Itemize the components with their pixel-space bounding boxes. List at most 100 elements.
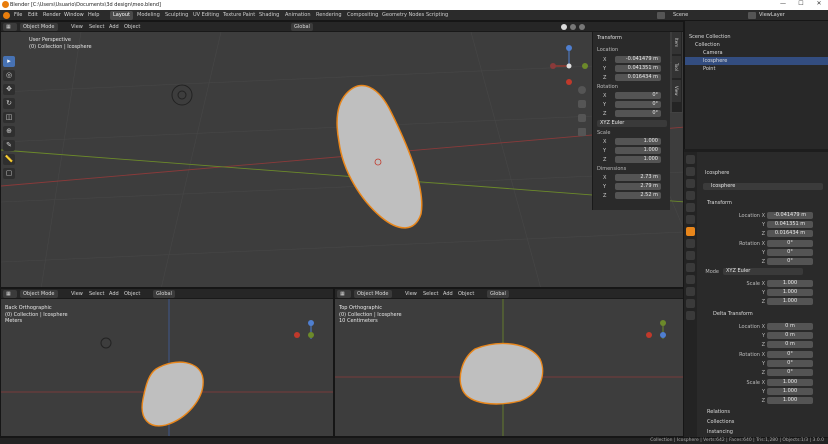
delta-rot-z[interactable]: 0°: [767, 369, 813, 376]
dim-x-field[interactable]: 2.73 m: [615, 174, 661, 181]
particles-tab-icon[interactable]: [686, 251, 695, 260]
prop-loc-x[interactable]: -0.041479 m: [767, 212, 813, 219]
tab-animation[interactable]: Animation: [282, 11, 314, 20]
main-viewport[interactable]: ▦ Object Mode View Select Add Object Glo…: [0, 21, 684, 288]
object-tab-icon[interactable]: [686, 227, 695, 236]
select-box-tool-icon[interactable]: ▸: [3, 56, 15, 67]
rotate-tool-icon[interactable]: ↻: [3, 98, 15, 109]
menu-file[interactable]: File: [14, 12, 22, 18]
move-tool-icon[interactable]: ✥: [3, 84, 15, 95]
shading-solid-icon[interactable]: [561, 24, 567, 30]
rotation-mode-select[interactable]: XYZ Euler: [723, 268, 803, 275]
physics-tab-icon[interactable]: [686, 263, 695, 272]
annotate-tool-icon[interactable]: ✎: [3, 140, 15, 151]
outliner-collection[interactable]: Collection: [685, 41, 828, 49]
rot-z-field[interactable]: 0°: [615, 110, 661, 117]
delta-scale-z[interactable]: 1.000: [767, 397, 813, 404]
rot-y-field[interactable]: 0°: [615, 101, 661, 108]
viewport-menu-view[interactable]: View: [71, 24, 83, 30]
viewlayer-selector[interactable]: ViewLayer: [759, 12, 785, 18]
prop-loc-y[interactable]: 0.041351 m: [767, 221, 813, 228]
menu-help[interactable]: Help: [88, 12, 99, 18]
viewport-menu-add[interactable]: Add: [443, 291, 453, 297]
outliner-icosphere[interactable]: Icosphere: [685, 57, 828, 65]
object-name-field[interactable]: Icosphere: [703, 183, 823, 190]
tool-tab-icon[interactable]: [686, 155, 695, 164]
tab-texture-paint[interactable]: Texture Paint: [220, 11, 258, 20]
pan-hand-icon[interactable]: [578, 100, 586, 108]
delta-scale-x[interactable]: 1.000: [767, 379, 813, 386]
delta-rot-x[interactable]: 0°: [767, 351, 813, 358]
viewport-menu-select[interactable]: Select: [89, 291, 104, 297]
tab-rendering[interactable]: Rendering: [313, 11, 345, 20]
tab-layout[interactable]: Layout: [110, 11, 133, 20]
relations-panel-header[interactable]: Relations: [707, 409, 730, 415]
mode-selector[interactable]: Object Mode: [20, 23, 58, 31]
tab-sculpting[interactable]: Sculpting: [162, 11, 191, 20]
render-tab-icon[interactable]: [686, 167, 695, 176]
scene-icon[interactable]: [657, 12, 665, 19]
viewport-menu-select[interactable]: Select: [89, 24, 104, 30]
texture-tab-icon[interactable]: [686, 311, 695, 320]
loc-z-field[interactable]: 0.016434 m: [615, 74, 661, 81]
delta-loc-y[interactable]: 0 m: [767, 332, 813, 339]
maximize-button[interactable]: ☐: [792, 0, 810, 10]
collections-panel-header[interactable]: Collections: [707, 419, 734, 425]
data-tab-icon[interactable]: [686, 287, 695, 296]
prop-loc-z[interactable]: 0.016434 m: [767, 230, 813, 237]
instancing-panel-header[interactable]: Instancing: [707, 429, 733, 435]
prop-rot-y[interactable]: 0°: [767, 249, 813, 256]
tab-shading[interactable]: Shading: [256, 11, 282, 20]
modifier-tab-icon[interactable]: [686, 239, 695, 248]
add-cube-tool-icon[interactable]: ▢: [3, 168, 15, 179]
blender-menu-icon[interactable]: [3, 12, 10, 19]
viewport-menu-select[interactable]: Select: [423, 291, 438, 297]
scale-x-field[interactable]: 1.000: [615, 138, 661, 145]
viewport-menu-view[interactable]: View: [71, 291, 83, 297]
outliner-scene-collection[interactable]: Scene Collection: [685, 33, 828, 41]
shading-rendered-icon[interactable]: [579, 24, 585, 30]
orientation-selector[interactable]: Global: [153, 290, 175, 298]
scale-tool-icon[interactable]: ◫: [3, 112, 15, 123]
prop-scale-x[interactable]: 1.000: [767, 280, 813, 287]
back-ortho-viewport[interactable]: ▦ Object Mode View Select Add Object Glo…: [0, 288, 334, 437]
menu-edit[interactable]: Edit: [28, 12, 38, 18]
measure-tool-icon[interactable]: 📏: [3, 154, 15, 165]
dim-y-field[interactable]: 2.79 m: [615, 183, 661, 190]
constraints-tab-icon[interactable]: [686, 275, 695, 284]
mode-selector[interactable]: Object Mode: [20, 290, 58, 298]
scene-selector[interactable]: Scene: [673, 12, 688, 18]
delta-loc-x[interactable]: 0 m: [767, 323, 813, 330]
prop-scale-y[interactable]: 1.000: [767, 289, 813, 296]
loc-x-field[interactable]: -0.041479 m: [615, 56, 661, 63]
viewport-menu-object[interactable]: Object: [124, 24, 140, 30]
delta-rot-y[interactable]: 0°: [767, 360, 813, 367]
camera-view-icon[interactable]: [578, 114, 586, 122]
outliner-camera[interactable]: Camera: [685, 49, 828, 57]
viewport-menu-object[interactable]: Object: [458, 291, 474, 297]
delta-transform-header[interactable]: Delta Transform: [713, 311, 753, 317]
output-tab-icon[interactable]: [686, 179, 695, 188]
delta-scale-y[interactable]: 1.000: [767, 388, 813, 395]
tab-modeling[interactable]: Modeling: [134, 11, 163, 20]
transform-tool-icon[interactable]: ⊕: [3, 126, 15, 137]
shading-material-icon[interactable]: [570, 24, 576, 30]
viewport-menu-add[interactable]: Add: [109, 291, 119, 297]
close-window-button[interactable]: ✕: [810, 0, 828, 10]
top-ortho-viewport[interactable]: ▦ Object Mode View Select Add Object Glo…: [334, 288, 684, 437]
tab-item[interactable]: Item: [672, 32, 681, 54]
tab-tool[interactable]: Tool: [672, 56, 681, 78]
viewport-menu-view[interactable]: View: [405, 291, 417, 297]
editor-type-icon[interactable]: ▦: [337, 290, 351, 298]
zoom-icon[interactable]: [578, 86, 586, 94]
mode-selector[interactable]: Object Mode: [354, 290, 392, 298]
viewport-menu-object[interactable]: Object: [124, 291, 140, 297]
scale-y-field[interactable]: 1.000: [615, 147, 661, 154]
orientation-selector[interactable]: Global: [487, 290, 509, 298]
material-tab-icon[interactable]: [686, 299, 695, 308]
prop-rot-x[interactable]: 0°: [767, 240, 813, 247]
menu-window[interactable]: Window: [64, 12, 84, 18]
menu-render[interactable]: Render: [43, 12, 61, 18]
prop-rot-z[interactable]: 0°: [767, 258, 813, 265]
tab-uv-editing[interactable]: UV Editing: [190, 11, 222, 20]
